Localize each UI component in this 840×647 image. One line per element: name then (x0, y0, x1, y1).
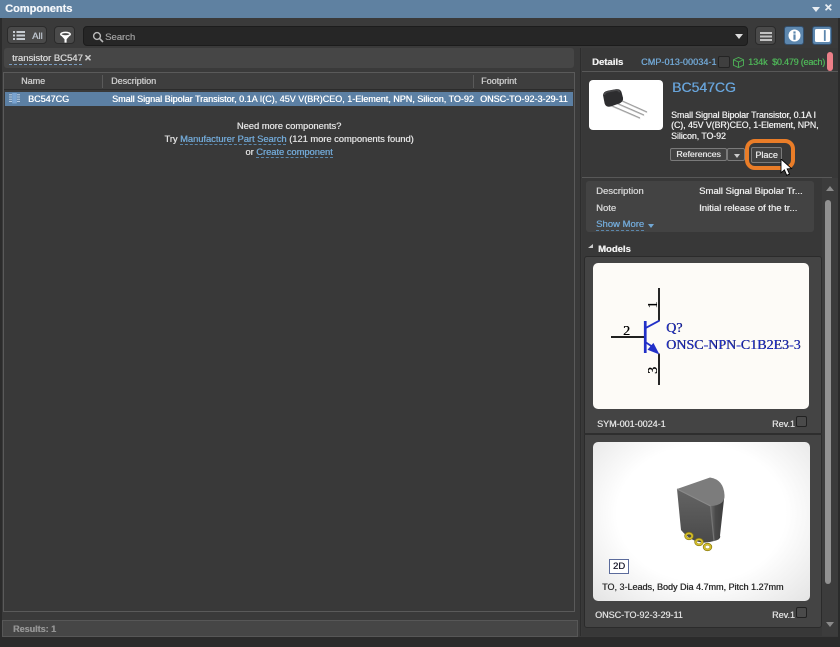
svg-text:2: 2 (623, 324, 630, 339)
svg-text:ONSC-NPN-C1B2E3-3: ONSC-NPN-C1B2E3-3 (666, 338, 801, 353)
svg-text:3: 3 (646, 367, 661, 374)
svg-text:Q?: Q? (666, 321, 682, 336)
svg-text:1: 1 (646, 302, 661, 309)
